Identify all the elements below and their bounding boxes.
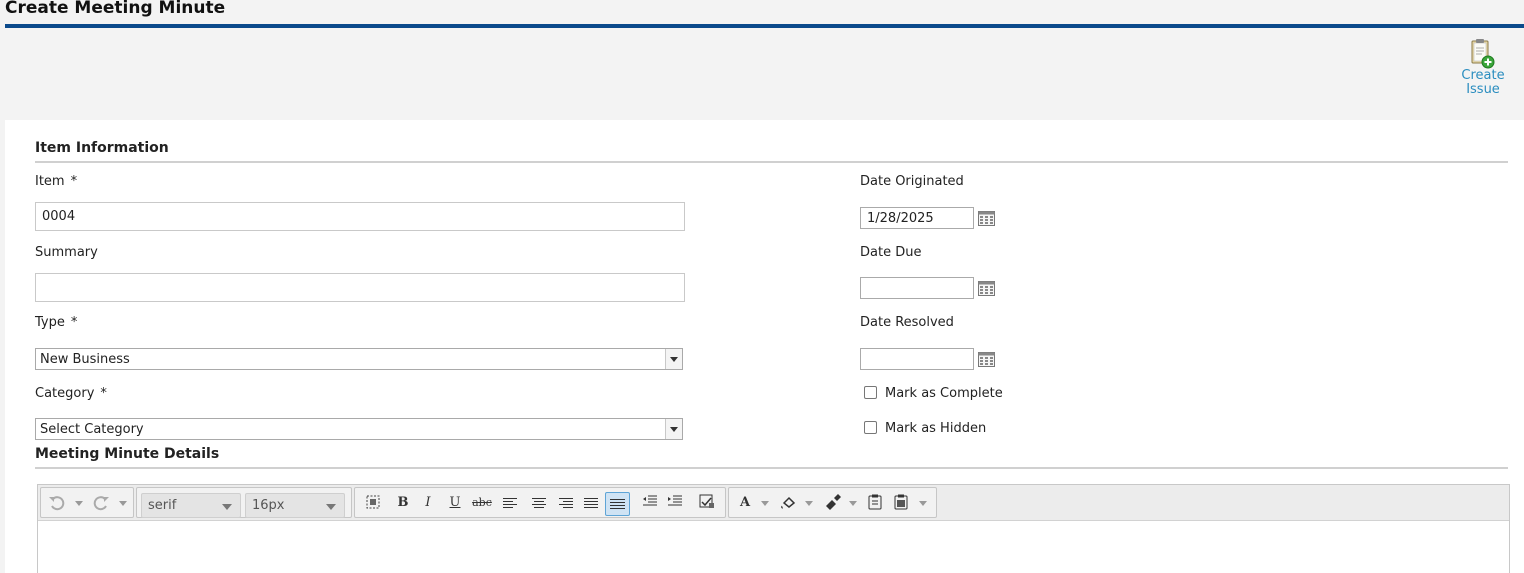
insert-image-icon[interactable]: [697, 494, 717, 512]
bold-icon[interactable]: B: [393, 494, 413, 512]
date-resolved-input[interactable]: [860, 348, 974, 370]
create-issue-button[interactable]: Create Issue: [1456, 38, 1510, 98]
history-group: [40, 487, 134, 518]
redo-menu-caret[interactable]: [119, 501, 127, 506]
date-due-label: Date Due: [860, 245, 922, 260]
summary-label: Summary: [35, 245, 98, 260]
item-label-text: Item: [35, 174, 65, 189]
chevron-down-icon[interactable]: [665, 419, 682, 439]
redo-icon[interactable]: [91, 494, 111, 512]
chevron-down-icon: [222, 504, 232, 510]
form-panel: Item Information Item * Summary Type * New…: [5, 120, 1524, 573]
style-group: A: [728, 487, 937, 518]
italic-icon[interactable]: I: [418, 494, 438, 512]
font-color-icon[interactable]: A: [735, 494, 755, 512]
meeting-minute-details-heading: Meeting Minute Details: [35, 446, 220, 462]
font-size-value: 16px: [252, 498, 285, 513]
undo-menu-caret[interactable]: [75, 501, 83, 506]
date-originated-input[interactable]: [860, 207, 974, 229]
required-marker: *: [100, 386, 107, 401]
category-label-text: Category: [35, 386, 95, 401]
required-marker: *: [70, 174, 78, 189]
format-painter-icon[interactable]: [823, 494, 843, 512]
mark-hidden-label[interactable]: Mark as Hidden: [885, 421, 986, 436]
chevron-down-icon: [326, 504, 336, 510]
title-rule: [5, 24, 1524, 28]
date-originated-label: Date Originated: [860, 174, 964, 189]
rich-text-editor: serif 16px B I U abc A: [37, 484, 1510, 573]
font-color-caret[interactable]: [761, 501, 769, 506]
calendar-icon[interactable]: [978, 352, 995, 367]
create-issue-label-2: Issue: [1466, 82, 1500, 97]
undo-icon[interactable]: [47, 494, 67, 512]
type-label: Type *: [35, 315, 77, 330]
clear-alignment-icon[interactable]: [605, 492, 630, 516]
select-all-icon[interactable]: [363, 494, 383, 512]
paste-caret[interactable]: [919, 501, 927, 506]
date-due-input[interactable]: [860, 277, 974, 299]
outdent-icon[interactable]: [640, 494, 660, 512]
calendar-icon[interactable]: [978, 281, 995, 296]
indent-icon[interactable]: [665, 494, 685, 512]
date-resolved-label: Date Resolved: [860, 315, 954, 330]
category-label: Category *: [35, 386, 107, 401]
page-title: Create Meeting Minute: [5, 0, 226, 18]
mark-complete-label[interactable]: Mark as Complete: [885, 386, 1003, 401]
item-information-heading: Item Information: [35, 140, 169, 156]
align-left-icon[interactable]: [503, 494, 523, 512]
type-label-text: Type: [35, 315, 65, 330]
highlight-icon[interactable]: [779, 494, 799, 512]
summary-input[interactable]: [35, 273, 685, 302]
font-group: serif 16px: [136, 487, 352, 518]
font-size-select[interactable]: 16px: [245, 493, 345, 518]
mark-complete-checkbox[interactable]: [864, 386, 877, 399]
required-marker: *: [70, 315, 78, 330]
editor-toolbar: serif 16px B I U abc A: [38, 485, 1509, 521]
editor-content-area[interactable]: [38, 521, 1509, 573]
chevron-down-icon[interactable]: [665, 349, 682, 369]
category-select[interactable]: Select Category: [35, 418, 683, 440]
highlight-caret[interactable]: [805, 501, 813, 506]
category-select-value: Select Category: [40, 422, 144, 437]
paste-icon[interactable]: [865, 494, 885, 512]
type-select[interactable]: New Business: [35, 348, 683, 370]
format-painter-caret[interactable]: [849, 501, 857, 506]
type-select-value: New Business: [40, 352, 130, 367]
format-group: B I U abc: [354, 487, 726, 518]
font-family-select[interactable]: serif: [141, 493, 241, 518]
item-label: Item *: [35, 174, 77, 189]
justify-icon[interactable]: [581, 494, 601, 512]
item-input[interactable]: [35, 202, 685, 231]
strikethrough-icon[interactable]: abc: [469, 494, 495, 512]
align-center-icon[interactable]: [529, 494, 549, 512]
align-right-icon[interactable]: [555, 494, 575, 512]
calendar-icon[interactable]: [978, 211, 995, 226]
mark-hidden-checkbox[interactable]: [864, 421, 877, 434]
clipboard-add-icon: [1468, 38, 1498, 70]
section-divider: [35, 161, 1508, 163]
underline-icon[interactable]: U: [445, 494, 465, 512]
section-divider: [35, 467, 1508, 469]
font-family-value: serif: [148, 498, 177, 513]
paste-text-icon[interactable]: [891, 494, 911, 512]
